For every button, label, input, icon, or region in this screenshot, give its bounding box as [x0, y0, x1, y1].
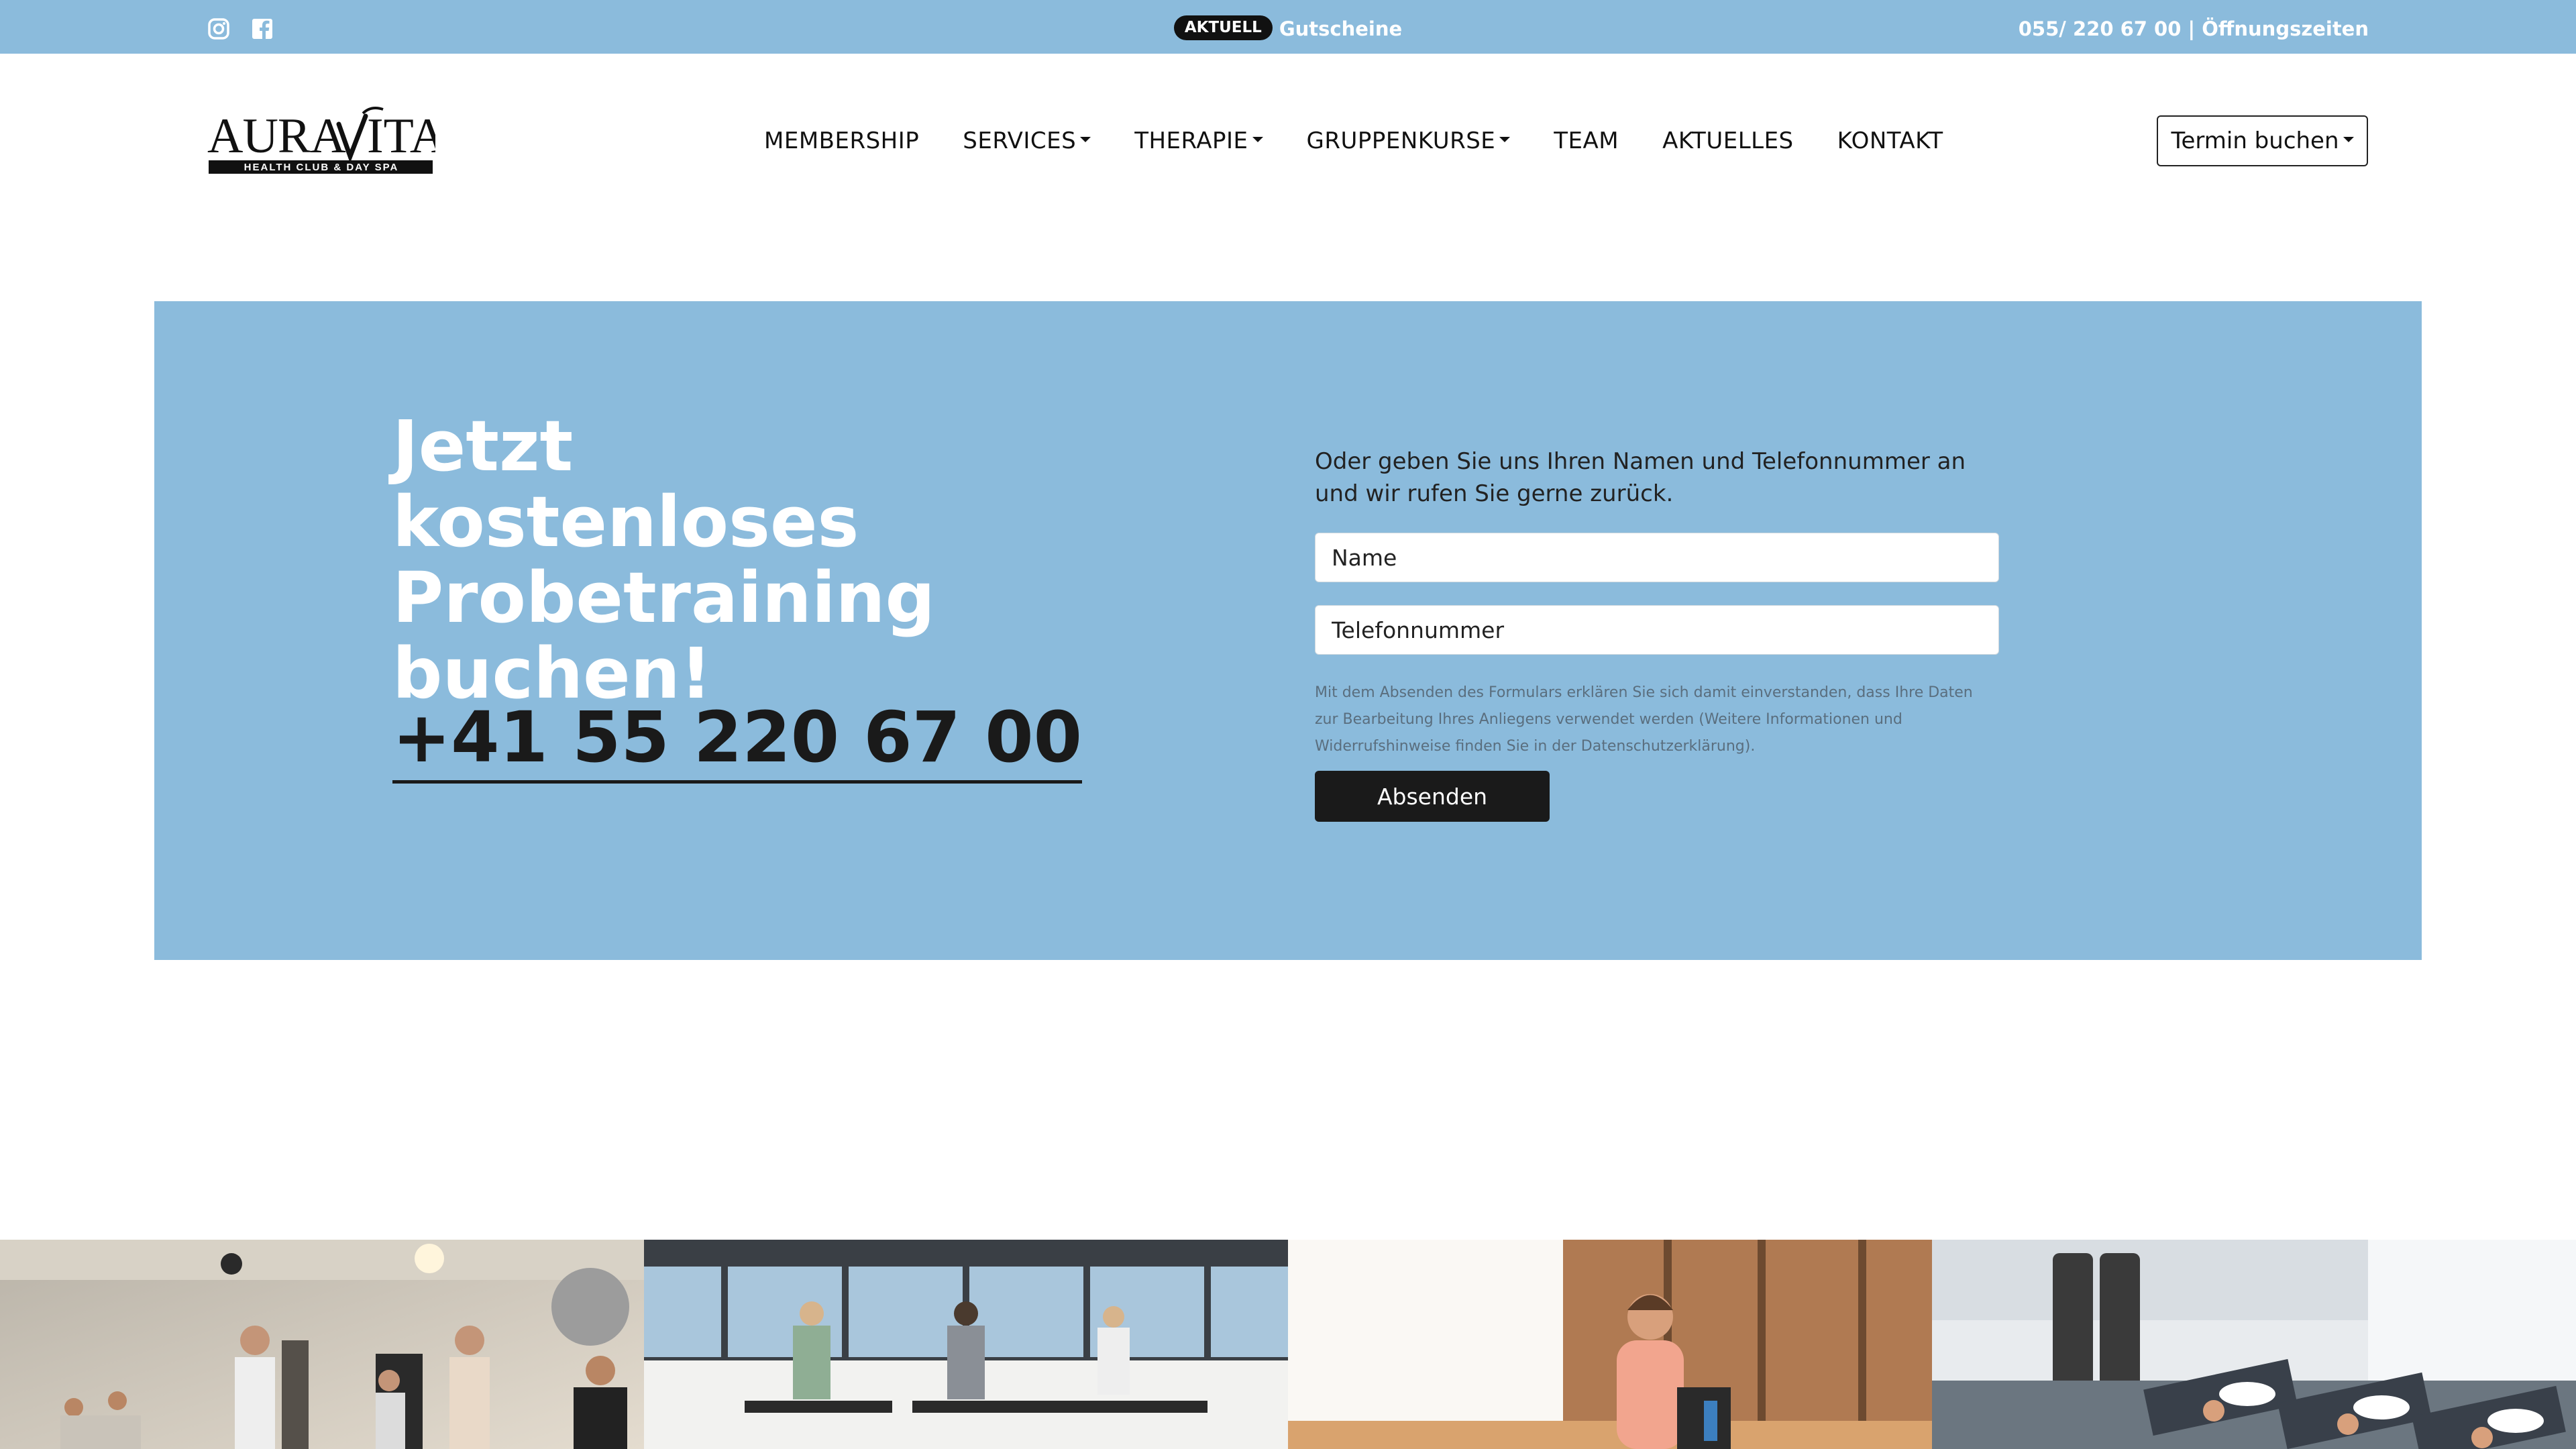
trial-booking-section: Jetzt kostenloses Probetraining buchen! … — [154, 301, 2422, 960]
auravita-logo[interactable]: AURA ITA HEALTH CLUB & DAY SPA — [207, 104, 445, 178]
hero-phone-link[interactable]: +41 55 220 67 00 — [392, 697, 1082, 784]
book-appointment-button[interactable]: Termin buchen — [2157, 115, 2368, 166]
opening-hours-link[interactable]: Öffnungszeiten — [2202, 17, 2369, 40]
phone-input[interactable] — [1315, 605, 1999, 655]
top-bar: AKTUELL Gutscheine 055/ 220 67 00 | Öffnu… — [0, 0, 2576, 54]
logo-text-end: ITA — [367, 109, 435, 164]
nav-services[interactable]: SERVICES — [963, 127, 1091, 154]
privacy-disclaimer: Mit dem Absenden des Formulars erklären … — [1315, 684, 1973, 755]
nav-therapie[interactable]: THERAPIE — [1134, 127, 1263, 154]
smiling-woman-photo — [1288, 1240, 1932, 1449]
aktuell-badge: AKTUELL — [1173, 15, 1273, 40]
group-fitness-class-photo — [0, 1240, 644, 1449]
chevron-down-icon — [1080, 137, 1091, 142]
nav-gruppenkurse[interactable]: GRUPPENKURSE — [1307, 127, 1511, 154]
nav-aktuelles[interactable]: AKTUELLES — [1662, 127, 1794, 154]
callback-form: Oder geben Sie uns Ihren Namen und Telef… — [1315, 445, 1999, 822]
nav-team[interactable]: TEAM — [1554, 127, 1619, 154]
photo-gallery — [0, 1240, 2576, 1449]
form-intro: Oder geben Sie uns Ihren Namen und Telef… — [1315, 448, 1966, 507]
gutscheine-link[interactable]: Gutscheine — [1279, 17, 1402, 40]
name-input[interactable] — [1315, 533, 1999, 582]
nav-kontakt[interactable]: KONTAKT — [1837, 127, 1943, 154]
top-contact: 055/ 220 67 00 | Öffnungszeiten — [2019, 0, 2369, 54]
main-nav: MEMBERSHIP SERVICES THERAPIE GRUPPENKURS… — [764, 124, 1943, 158]
nav-membership[interactable]: MEMBERSHIP — [764, 127, 919, 154]
hero-title-line: Jetzt kostenloses — [392, 405, 859, 563]
submit-button[interactable]: Absenden — [1315, 771, 1550, 822]
logo-tagline: HEALTH CLUB & DAY SPA — [244, 162, 399, 173]
chevron-down-icon — [2343, 137, 2354, 142]
top-phone-link[interactable]: 055/ 220 67 00 — [2019, 17, 2182, 40]
treadmill-gym-photo — [644, 1240, 1288, 1449]
chevron-down-icon — [1252, 137, 1263, 142]
hero-title: Jetzt kostenloses Probetraining buchen! — [392, 409, 1036, 712]
chevron-down-icon — [1499, 137, 1511, 142]
logo-text: AURA — [207, 109, 345, 164]
top-separator: | — [2188, 17, 2196, 40]
hero-title-line: Probetraining — [392, 557, 935, 639]
yoga-class-photo — [1932, 1240, 2576, 1449]
